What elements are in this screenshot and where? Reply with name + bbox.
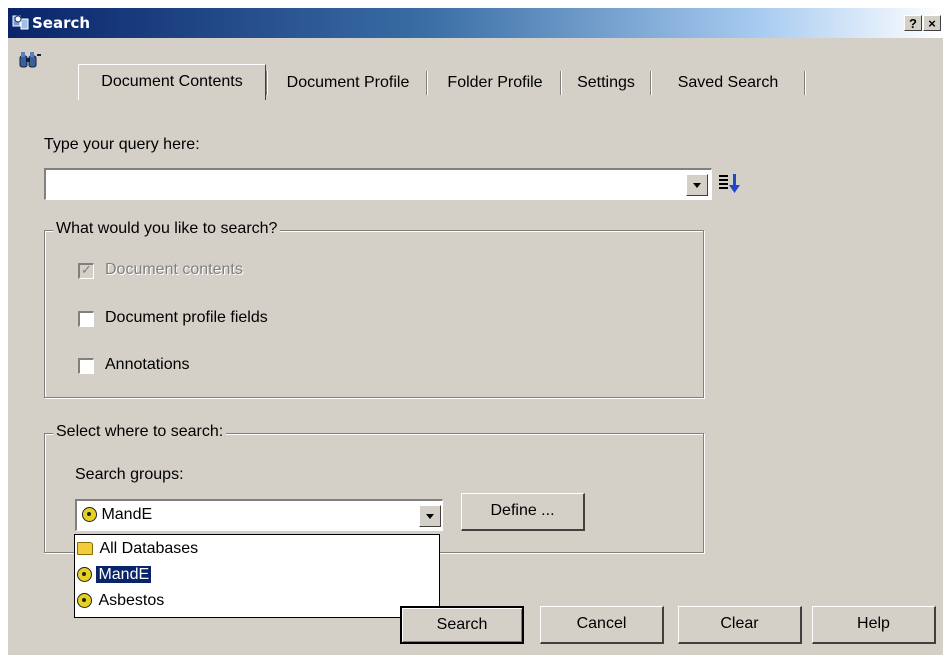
list-item-all-databases[interactable]: All Databases bbox=[77, 537, 200, 561]
window-title: Search bbox=[32, 14, 91, 32]
document-contents-checkbox[interactable]: ✓ bbox=[78, 263, 94, 279]
hazard-icon bbox=[77, 593, 92, 609]
query-label: Type your query here: bbox=[44, 136, 200, 153]
help-button[interactable]: Help bbox=[812, 606, 936, 644]
tab-divider bbox=[560, 71, 562, 95]
title-bar[interactable]: Search ? × bbox=[8, 8, 943, 38]
tab-label: Document Profile bbox=[286, 74, 410, 91]
search-button[interactable]: Search bbox=[400, 606, 524, 644]
chevron-down-icon bbox=[426, 514, 434, 519]
search-groups-dropdown-button[interactable] bbox=[419, 505, 441, 527]
hazard-icon bbox=[82, 507, 97, 523]
chevron-down-icon bbox=[693, 183, 701, 188]
tab-folder-profile[interactable]: Folder Profile bbox=[430, 66, 560, 99]
search-groups-label: Search groups: bbox=[75, 466, 184, 483]
document-profile-fields-label[interactable]: Document profile fields bbox=[105, 309, 268, 327]
document-profile-fields-checkbox[interactable] bbox=[78, 311, 94, 327]
help-title-button[interactable]: ? bbox=[904, 15, 922, 31]
query-input[interactable] bbox=[44, 168, 712, 200]
tab-divider bbox=[426, 71, 428, 95]
tab-divider bbox=[804, 71, 806, 95]
query-builder-icon[interactable] bbox=[718, 173, 742, 195]
tab-label: Saved Search bbox=[677, 74, 779, 91]
tab-divider bbox=[650, 71, 652, 95]
search-app-icon bbox=[12, 15, 29, 30]
tab-settings[interactable]: Settings bbox=[564, 66, 648, 99]
list-item-mande[interactable]: MandE bbox=[77, 563, 153, 587]
annotations-label[interactable]: Annotations bbox=[105, 356, 190, 374]
tab-document-profile[interactable]: Document Profile bbox=[270, 66, 426, 99]
search-options-group: What would you like to search? ✓ Documen… bbox=[44, 220, 704, 398]
annotations-checkbox[interactable] bbox=[78, 358, 94, 374]
search-options-title: What would you like to search? bbox=[53, 220, 281, 238]
tab-saved-search[interactable]: Saved Search bbox=[654, 66, 802, 99]
checkmark-icon: ✓ bbox=[81, 263, 92, 278]
folder-icon bbox=[77, 542, 93, 556]
search-groups-select[interactable]: MandE bbox=[75, 499, 443, 531]
search-where-title: Select where to search: bbox=[53, 423, 227, 441]
search-groups-dropdown-list[interactable]: All Databases MandE Asbestos bbox=[74, 534, 440, 618]
tab-label: Settings bbox=[577, 74, 635, 91]
tab-label: Folder Profile bbox=[447, 74, 543, 91]
tab-document-contents[interactable]: Document Contents bbox=[78, 64, 266, 100]
search-dialog: Search ? × Document Contents Document Pr… bbox=[8, 8, 943, 655]
query-dropdown-button[interactable] bbox=[686, 174, 708, 196]
list-item-asbestos[interactable]: Asbestos bbox=[77, 589, 166, 613]
selected-group: MandE bbox=[82, 506, 152, 524]
clear-button[interactable]: Clear bbox=[678, 606, 802, 644]
hazard-icon bbox=[77, 567, 92, 583]
define-button[interactable]: Define ... bbox=[461, 493, 585, 531]
close-button[interactable]: × bbox=[923, 15, 941, 31]
tab-label: Document Contents bbox=[101, 73, 243, 90]
binoculars-icon bbox=[19, 52, 41, 68]
tab-divider bbox=[266, 71, 268, 95]
document-contents-label: Document contents bbox=[105, 261, 243, 278]
cancel-button[interactable]: Cancel bbox=[540, 606, 664, 644]
